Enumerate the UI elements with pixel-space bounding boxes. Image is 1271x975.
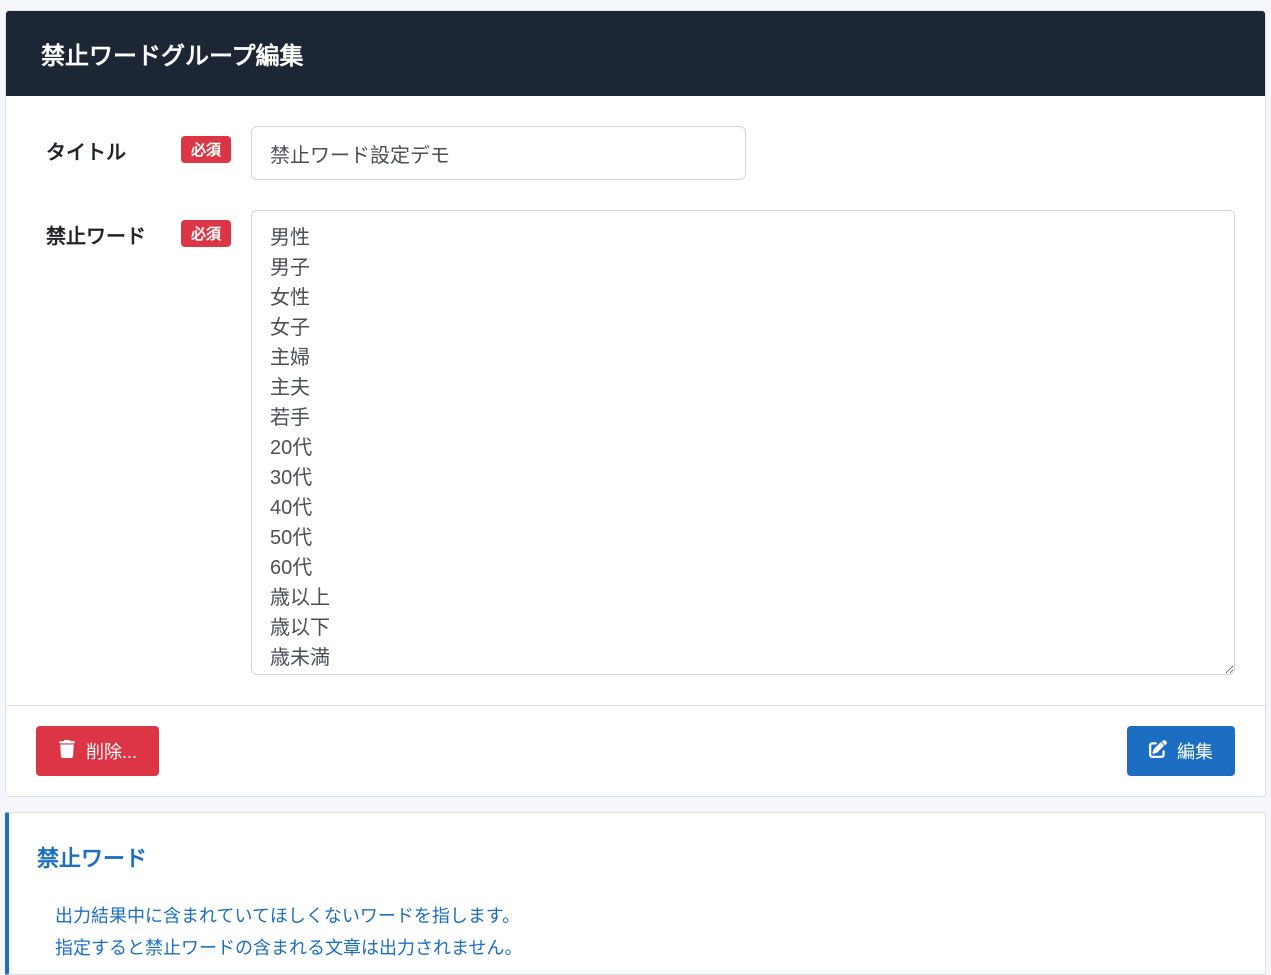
- delete-button[interactable]: 削除...: [36, 726, 159, 776]
- textarea-wrap: [251, 210, 1235, 680]
- info-line-1: 出力結果中に含まれていてほしくないワードを指します。: [55, 901, 1235, 933]
- card-header: 禁止ワードグループ編集: [6, 11, 1265, 96]
- required-badge: 必須: [181, 220, 231, 247]
- words-label: 禁止ワード: [46, 210, 181, 249]
- info-title: 禁止ワード: [37, 841, 1235, 873]
- trash-icon: [58, 740, 76, 763]
- info-line-2: 指定すると禁止ワードの含まれる文章は出力されません。: [55, 933, 1235, 965]
- edit-card: 禁止ワードグループ編集 タイトル 必須 禁止ワード 必須 削除... 編: [5, 10, 1266, 797]
- page-title: 禁止ワードグループ編集: [41, 43, 304, 70]
- info-text: 出力結果中に含まれていてほしくないワードを指します。 指定すると禁止ワードの含ま…: [37, 901, 1235, 964]
- edit-button[interactable]: 編集: [1127, 726, 1235, 776]
- delete-button-label: 削除...: [86, 738, 137, 764]
- info-card: 禁止ワード 出力結果中に含まれていてほしくないワードを指します。 指定すると禁止…: [5, 812, 1266, 975]
- title-label: タイトル: [46, 126, 181, 165]
- title-input[interactable]: [251, 126, 746, 180]
- words-textarea[interactable]: [251, 210, 1235, 675]
- edit-icon: [1149, 740, 1167, 763]
- title-row: タイトル 必須: [46, 126, 1235, 180]
- required-badge: 必須: [181, 136, 231, 163]
- card-body: タイトル 必須 禁止ワード 必須: [6, 96, 1265, 705]
- card-footer: 削除... 編集: [6, 705, 1265, 796]
- words-row: 禁止ワード 必須: [46, 210, 1235, 680]
- edit-button-label: 編集: [1177, 738, 1213, 764]
